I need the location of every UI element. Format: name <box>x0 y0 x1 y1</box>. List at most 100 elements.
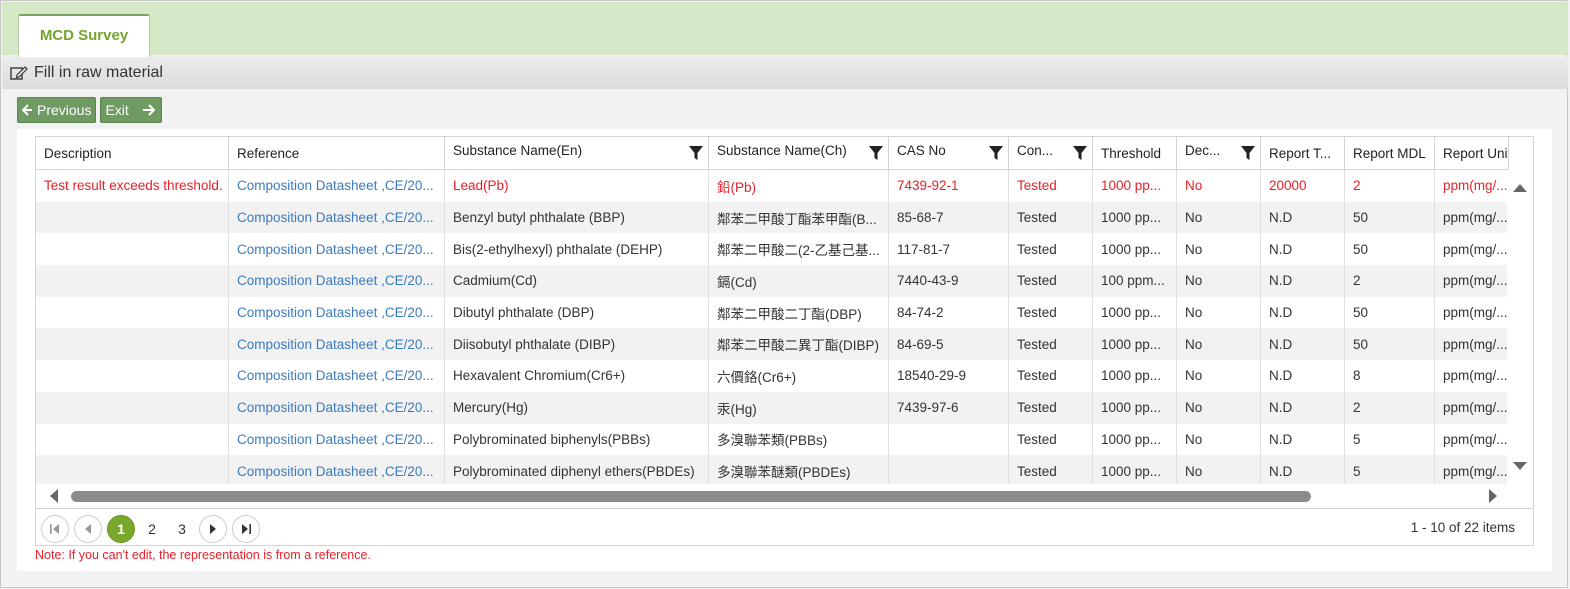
pager-info: 1 - 10 of 22 items <box>1410 520 1515 535</box>
table-row[interactable]: Composition Datasheet ,CE/20... Hexavalen… <box>36 360 1509 392</box>
cell-reference[interactable]: Composition Datasheet ,CE/20... <box>229 391 445 424</box>
cell-reference[interactable]: Composition Datasheet ,CE/20... <box>229 233 445 266</box>
cell-substance-name-en: Cadmium(Cd) <box>445 265 709 297</box>
column-header-reference[interactable]: Reference <box>229 137 445 169</box>
filter-icon[interactable] <box>688 145 704 161</box>
table-row[interactable]: Composition Datasheet ,CE/20... Benzyl bu… <box>36 201 1509 234</box>
scroll-up-icon[interactable] <box>1513 183 1527 192</box>
cell-substance-name-en: Polybrominated biphenyls(PBBs) <box>445 423 709 456</box>
cell-declaration: No <box>1177 391 1261 424</box>
cell-report-test: N.D <box>1261 296 1345 329</box>
cell-reference[interactable]: Composition Datasheet ,CE/20... <box>229 201 445 234</box>
cell-substance-name-en: Benzyl butyl phthalate (BBP) <box>445 201 709 234</box>
previous-button[interactable]: Previous <box>17 97 97 123</box>
cell-condition: Tested <box>1009 296 1093 329</box>
column-header-report-unit[interactable]: Report Unit <box>1435 137 1509 169</box>
cell-condition: Tested <box>1009 170 1093 202</box>
arrow-right-icon <box>142 104 155 116</box>
tab-mcd-survey[interactable]: MCD Survey <box>18 14 150 57</box>
cell-report-unit: ppm(mg/... <box>1435 455 1509 484</box>
cell-description: Test result exceeds threshold. <box>36 170 229 202</box>
substance-grid: Description Reference Substance Name(En) Su… <box>35 136 1534 546</box>
table-row[interactable]: Composition Datasheet ,CE/20... Polybromi… <box>36 423 1509 456</box>
filter-icon[interactable] <box>1072 145 1088 161</box>
filter-icon[interactable] <box>988 145 1004 161</box>
cell-description <box>36 233 229 266</box>
column-header-substance-name-en[interactable]: Substance Name(En) <box>445 137 709 169</box>
column-header-threshold[interactable]: Threshold <box>1093 137 1177 169</box>
column-header-substance-name-ch[interactable]: Substance Name(Ch) <box>709 137 889 169</box>
scroll-right-icon[interactable] <box>1489 489 1498 503</box>
cell-reference[interactable]: Composition Datasheet ,CE/20... <box>229 296 445 329</box>
column-header-label: Reference <box>237 145 300 161</box>
column-header-label: Threshold <box>1101 145 1162 161</box>
cell-description <box>36 265 229 297</box>
scroll-down-icon[interactable] <box>1513 462 1527 471</box>
column-header-declaration[interactable]: Dec... <box>1177 137 1261 169</box>
column-header-condition[interactable]: Con... <box>1009 137 1093 169</box>
cell-substance-name-ch: 鄰苯二甲酸二異丁酯(DIBP) <box>709 328 889 361</box>
cell-description <box>36 360 229 392</box>
cell-substance-name-en: Polybrominated diphenyl ethers(PBDEs) <box>445 455 709 484</box>
cell-threshold: 1000 pp... <box>1093 391 1177 424</box>
cell-substance-name-ch: 鄰苯二甲酸二(2-乙基己基... <box>709 233 889 266</box>
column-header-description[interactable]: Description <box>36 137 229 169</box>
section-header: Fill in raw material <box>2 57 1568 89</box>
vertical-scrollbar[interactable] <box>1507 170 1533 484</box>
scroll-left-icon[interactable] <box>49 489 58 503</box>
cell-substance-name-ch: 多溴聯苯醚類(PBDEs) <box>709 455 889 484</box>
cell-substance-name-en: Hexavalent Chromium(Cr6+) <box>445 360 709 392</box>
cell-reference[interactable]: Composition Datasheet ,CE/20... <box>229 423 445 456</box>
cell-cas-no: 85-68-7 <box>889 201 1009 234</box>
previous-button-label: Previous <box>37 102 92 118</box>
cell-cas-no: 117-81-7 <box>889 233 1009 266</box>
cell-reference[interactable]: Composition Datasheet ,CE/20... <box>229 360 445 392</box>
cell-report-mdl: 8 <box>1345 360 1435 392</box>
cell-description <box>36 296 229 329</box>
table-row[interactable]: Composition Datasheet ,CE/20... Cadmium(C… <box>36 265 1509 297</box>
pager: 1 2 3 1 - 10 of 22 items <box>36 508 1533 545</box>
page-1-button[interactable]: 1 <box>107 515 135 543</box>
page-3-button[interactable]: 3 <box>168 515 196 543</box>
cell-cas-no: 7440-43-9 <box>889 265 1009 297</box>
cell-cas-no: 18540-29-9 <box>889 360 1009 392</box>
column-header-cas-no[interactable]: CAS No <box>889 137 1009 169</box>
prev-page-icon <box>85 524 91 534</box>
last-page-button[interactable] <box>232 515 260 543</box>
column-header-report-test[interactable]: Report T... <box>1261 137 1345 169</box>
cell-description <box>36 423 229 456</box>
table-row[interactable]: Composition Datasheet ,CE/20... Diisobuty… <box>36 328 1509 361</box>
table-row[interactable]: Composition Datasheet ,CE/20... Polybromi… <box>36 455 1509 484</box>
cell-substance-name-ch: 鉛(Pb) <box>709 170 889 202</box>
next-page-button[interactable] <box>199 515 227 543</box>
table-row[interactable]: Test result exceeds threshold. Compositio… <box>36 170 1509 202</box>
cell-report-mdl: 2 <box>1345 391 1435 424</box>
horizontal-scrollbar[interactable] <box>36 486 1509 506</box>
prev-page-button[interactable] <box>74 515 102 543</box>
exit-button-label: Exit <box>105 102 129 118</box>
column-header-label: Report T... <box>1269 145 1332 161</box>
cell-reference[interactable]: Composition Datasheet ,CE/20... <box>229 328 445 361</box>
cell-threshold: 1000 pp... <box>1093 170 1177 202</box>
cell-description <box>36 391 229 424</box>
filter-icon[interactable] <box>1240 145 1256 161</box>
cell-report-mdl: 2 <box>1345 265 1435 297</box>
column-header-report-mdl[interactable]: Report MDL <box>1345 137 1435 169</box>
table-row[interactable]: Composition Datasheet ,CE/20... Bis(2-eth… <box>36 233 1509 266</box>
filter-icon[interactable] <box>868 145 884 161</box>
table-row[interactable]: Composition Datasheet ,CE/20... Dibutyl p… <box>36 296 1509 329</box>
cell-reference[interactable]: Composition Datasheet ,CE/20... <box>229 455 445 484</box>
cell-reference[interactable]: Composition Datasheet ,CE/20... <box>229 170 445 202</box>
first-page-button[interactable] <box>41 515 69 543</box>
scroll-thumb[interactable] <box>71 491 1311 502</box>
exit-button[interactable]: Exit <box>100 97 162 123</box>
cell-report-unit: ppm(mg/... <box>1435 423 1509 456</box>
cell-substance-name-en: Lead(Pb) <box>445 170 709 202</box>
table-row[interactable]: Composition Datasheet ,CE/20... Mercury(H… <box>36 391 1509 424</box>
page-2-button[interactable]: 2 <box>138 515 166 543</box>
cell-description <box>36 455 229 484</box>
cell-substance-name-en: Mercury(Hg) <box>445 391 709 424</box>
cell-report-mdl: 2 <box>1345 170 1435 202</box>
cell-reference[interactable]: Composition Datasheet ,CE/20... <box>229 265 445 297</box>
cell-report-mdl: 50 <box>1345 233 1435 266</box>
